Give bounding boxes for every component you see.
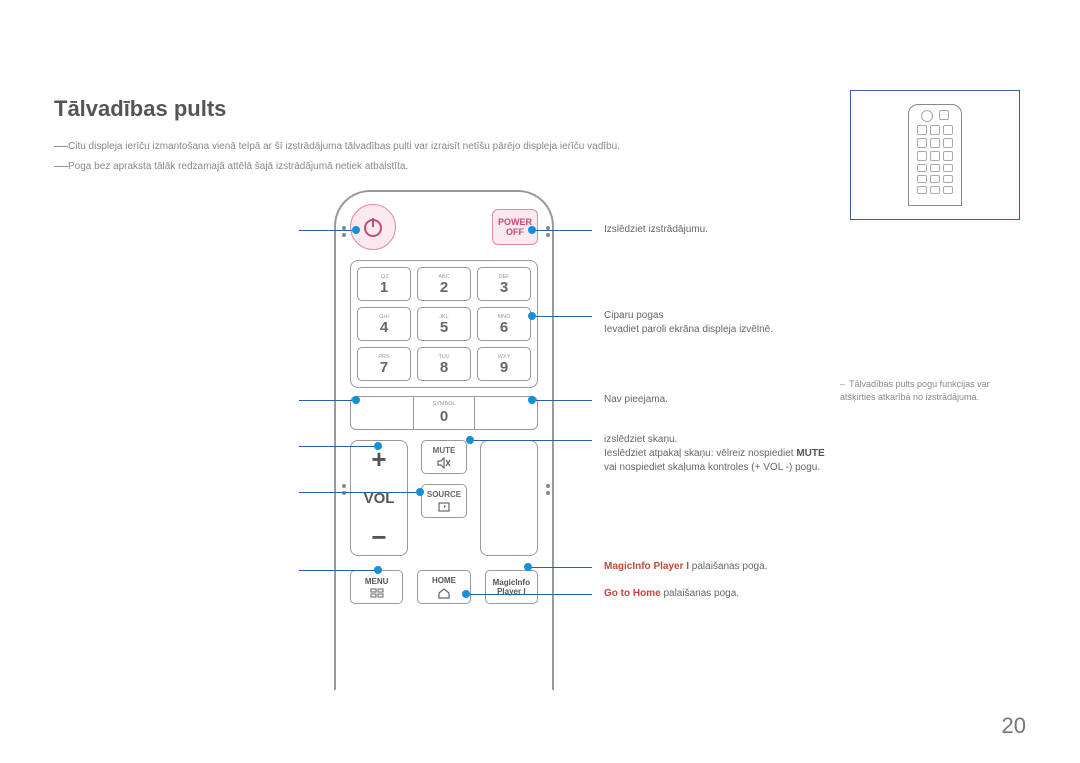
vol-up-icon: + <box>371 449 386 469</box>
key-3[interactable]: DEF3 <box>477 267 531 301</box>
label-home: Go to Home palaišanas poga. <box>604 587 904 601</box>
key-0[interactable]: SYMBOL 0 <box>413 397 475 429</box>
key-2[interactable]: ABC2 <box>417 267 471 301</box>
mute-button[interactable]: MUTE <box>421 440 467 474</box>
mute-icon <box>437 457 451 469</box>
vol-down-icon: − <box>371 527 386 547</box>
source-button[interactable]: SOURCE <box>421 484 467 518</box>
menu-button[interactable]: MENU <box>350 570 403 604</box>
power-icon <box>361 215 385 239</box>
home-button[interactable]: HOME <box>417 570 470 604</box>
key-6[interactable]: MNO6 <box>477 307 531 341</box>
key-9[interactable]: WXY9 <box>477 347 531 381</box>
number-keypad: .QZ1 ABC2 DEF3 GHI4 JKL5 MNO6 PRS7 TUV8 … <box>350 260 538 388</box>
label-digits: Ciparu pogas Ievadiet paroli ekrāna disp… <box>604 309 854 337</box>
remote-thumbnail <box>908 104 962 206</box>
label-power-off: Izslēdziet izstrādājumu. <box>604 223 854 237</box>
remote-diagram: POWER OFF .QZ1 ABC2 DEF3 GHI4 JKL5 MNO6 … <box>54 190 1026 723</box>
key-8[interactable]: TUV8 <box>417 347 471 381</box>
dash-icon: ― <box>54 160 68 170</box>
menu-icon <box>370 588 384 598</box>
key-7[interactable]: PRS7 <box>357 347 411 381</box>
volume-rocker[interactable]: + VOL − <box>350 440 408 556</box>
key-1[interactable]: .QZ1 <box>357 267 411 301</box>
dash-icon: ― <box>54 140 68 150</box>
channel-rocker-blank[interactable] <box>480 440 538 556</box>
remote-thumbnail-box <box>850 90 1020 220</box>
label-mute: izslēdziet skaņu. Ieslēdziet atpakaļ ska… <box>604 433 934 475</box>
label-na-right: Nav pieejama. <box>604 393 854 407</box>
key-5[interactable]: JKL5 <box>417 307 471 341</box>
page-number: 20 <box>1002 713 1026 739</box>
label-magicinfo: MagicInfo Player I palaišanas poga. <box>604 560 904 574</box>
zero-row: SYMBOL 0 <box>350 396 538 430</box>
home-icon <box>437 587 451 599</box>
source-icon <box>437 501 451 513</box>
side-note: –Tālvadības pults pogu funkcijas var atš… <box>840 378 1020 404</box>
key-4[interactable]: GHI4 <box>357 307 411 341</box>
magicinfo-button[interactable]: MagicInfo Player I <box>485 570 538 604</box>
